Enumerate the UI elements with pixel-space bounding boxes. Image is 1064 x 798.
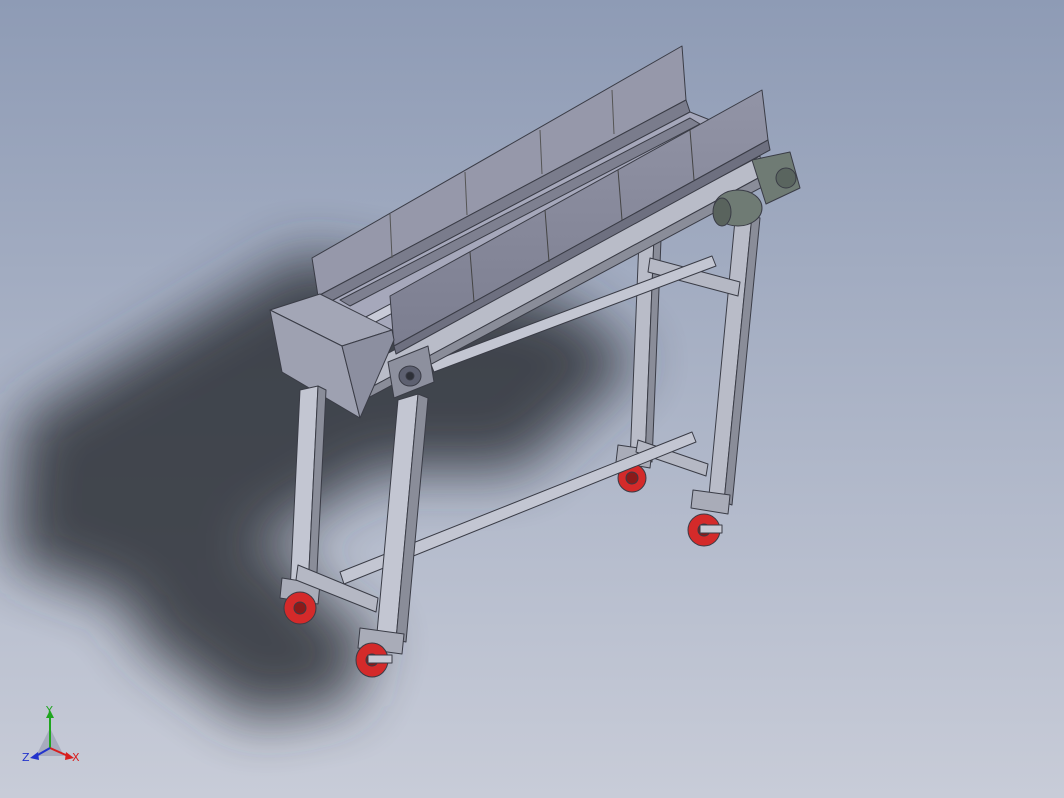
wheel-front-left xyxy=(283,591,317,625)
graphics-area[interactable]: Y X Z xyxy=(0,0,1064,798)
triad-x-label: X xyxy=(72,751,80,764)
triad-z-label: Z xyxy=(22,751,30,764)
cad-viewport[interactable]: Y X Z xyxy=(0,0,1064,798)
triad-y-label: Y xyxy=(45,704,53,717)
